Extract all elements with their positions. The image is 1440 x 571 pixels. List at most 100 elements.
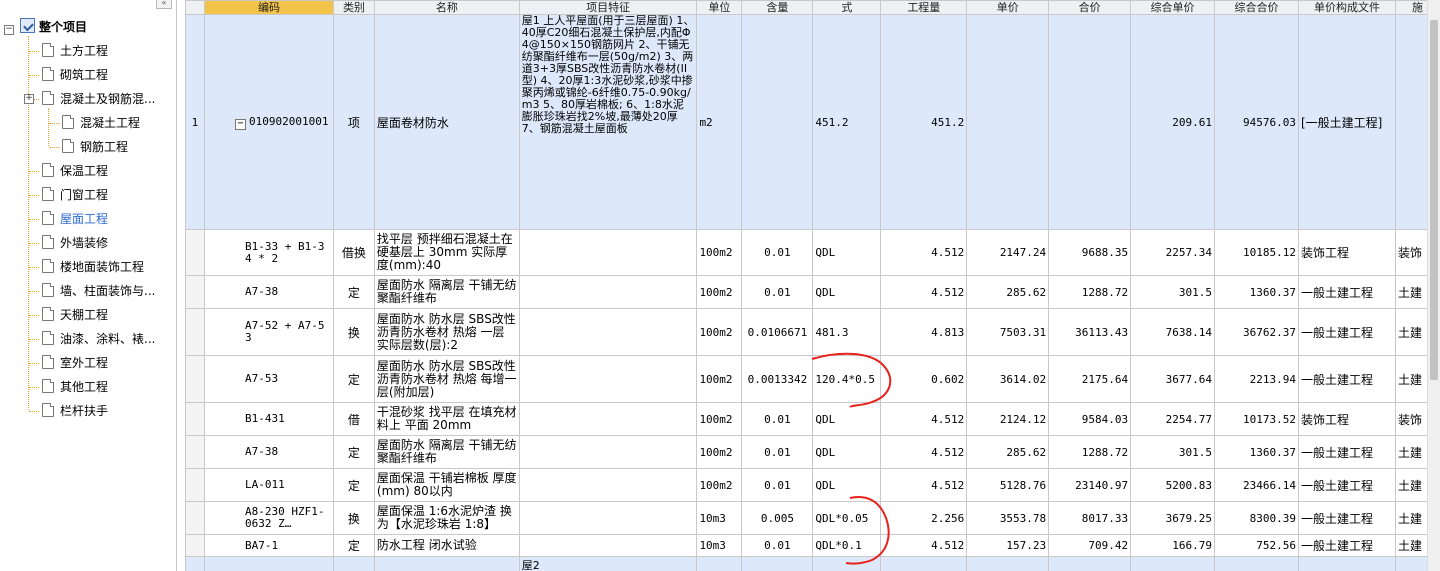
collapse-icon[interactable]: − [4, 25, 14, 35]
quota-quantity[interactable]: 4.512 [880, 229, 968, 276]
quota-code[interactable]: A7-52 + A7-53 [203, 308, 334, 356]
grid-cell[interactable] [1214, 556, 1299, 571]
quota-formula[interactable]: QDL [812, 468, 882, 502]
quota-features[interactable] [518, 501, 698, 535]
tree-item[interactable]: 天棚工程 [42, 305, 108, 325]
quota-content[interactable]: 0.01 [741, 402, 814, 436]
quota-comp-amount[interactable]: 10185.12 [1214, 229, 1299, 276]
tree-item[interactable]: 墙、柱面装饰与... [42, 281, 155, 301]
quota-quantity[interactable]: 2.256 [880, 501, 968, 535]
quota-code[interactable]: A7-38 [203, 275, 334, 309]
quota-name[interactable]: 屋面防水 隔离层 干铺无纺聚酯纤维布 [373, 435, 520, 469]
quota-price-file[interactable]: 一般土建工程 [1297, 308, 1396, 356]
quota-features[interactable] [518, 229, 698, 276]
quota-unit[interactable]: 100m2 [696, 229, 743, 276]
quota-name[interactable]: 屋面保温 1:6水泥炉渣 换为【水泥珍珠岩 1:8】 [373, 501, 520, 535]
quota-amount[interactable]: 36113.43 [1048, 308, 1132, 356]
quota-unit[interactable]: 100m2 [696, 355, 743, 403]
quota-content[interactable]: 0.0106671 [741, 308, 814, 356]
item-content[interactable] [741, 14, 814, 230]
column-header[interactable]: 单价构成文件 [1297, 0, 1396, 15]
tree-item[interactable]: 混凝土工程 [62, 113, 140, 133]
grid-cell[interactable] [203, 556, 334, 571]
quota-features[interactable] [518, 402, 698, 436]
column-header[interactable] [185, 0, 205, 15]
quota-quantity[interactable]: 4.512 [880, 435, 968, 469]
grid-cell[interactable] [1130, 556, 1216, 571]
quota-unit[interactable]: 100m2 [696, 308, 743, 356]
bill-item-row[interactable]: 1−010902001001 项屋面卷材防水 屋1 上人平屋面(用于三层屋面) 1、… [185, 14, 1440, 230]
quota-price-file[interactable]: 一般土建工程 [1297, 275, 1396, 309]
quota-type[interactable]: 借 [332, 402, 375, 436]
quota-unit[interactable]: 10m3 [696, 534, 743, 557]
grid-cell[interactable] [880, 556, 968, 571]
quota-price-file[interactable]: 一般土建工程 [1297, 435, 1396, 469]
quota-quantity[interactable]: 4.512 [880, 468, 968, 502]
column-header[interactable]: 类别 [332, 0, 375, 15]
quota-formula[interactable]: QDL [812, 275, 882, 309]
grid-cell[interactable] [812, 556, 882, 571]
column-header[interactable]: 综合单价 [1130, 0, 1216, 15]
quota-comp-amount[interactable]: 10173.52 [1214, 402, 1299, 436]
quota-formula[interactable]: 481.3 [812, 308, 882, 356]
quota-features[interactable] [518, 275, 698, 309]
quota-comp-price[interactable]: 301.5 [1130, 275, 1216, 309]
column-header[interactable]: 工程量 [880, 0, 968, 15]
quota-price-file[interactable]: 一般土建工程 [1297, 501, 1396, 535]
quota-code[interactable]: A7-53 [203, 355, 334, 403]
quota-comp-amount[interactable]: 2213.94 [1214, 355, 1299, 403]
tree-item[interactable]: 楼地面装饰工程 [42, 257, 144, 277]
quota-comp-price[interactable]: 2257.34 [1130, 229, 1216, 276]
tree-item[interactable]: 其他工程 [42, 377, 108, 397]
tree-item[interactable]: 保温工程 [42, 161, 108, 181]
quota-price-file[interactable]: 一般土建工程 [1297, 355, 1396, 403]
quota-price[interactable]: 3553.78 [966, 501, 1050, 535]
tree-item[interactable]: 外墙装修 [42, 233, 108, 253]
quota-content[interactable]: 0.01 [741, 534, 814, 557]
column-header[interactable]: 项目特征 [518, 0, 698, 15]
quota-price[interactable]: 7503.31 [966, 308, 1050, 356]
quota-name[interactable]: 找平层 预拌细石混凝土在硬基层上 30mm 实际厚度(mm):40 [373, 229, 520, 276]
quota-price-file[interactable]: 一般土建工程 [1297, 534, 1396, 557]
quota-type[interactable]: 借换 [332, 229, 375, 276]
quota-row[interactable]: B1-33 + B1-34 * 2 借换 找平层 预拌细石混凝土在硬基层上 30mm… [185, 229, 1440, 276]
grid-cell[interactable] [332, 556, 375, 571]
quota-features[interactable] [518, 435, 698, 469]
quota-type[interactable]: 换 [332, 501, 375, 535]
quota-features[interactable] [518, 308, 698, 356]
quota-quantity[interactable]: 0.602 [880, 355, 968, 403]
item-price-file[interactable]: [一般土建工程] [1297, 14, 1396, 230]
quota-price[interactable]: 2147.24 [966, 229, 1050, 276]
quota-quantity[interactable]: 4.512 [880, 402, 968, 436]
quota-comp-amount[interactable]: 1360.37 [1214, 275, 1299, 309]
quota-name[interactable]: 防水工程 闭水试验 [373, 534, 520, 557]
grid-cell[interactable] [1297, 556, 1396, 571]
quota-formula[interactable]: QDL [812, 229, 882, 276]
quota-unit[interactable]: 10m3 [696, 501, 743, 535]
quota-formula[interactable]: QDL [812, 402, 882, 436]
quota-row[interactable]: A8-230 HZF1-0632 Z… 换屋面保温 1:6水泥炉渣 换为【水泥珍珠… [185, 501, 1440, 535]
quota-code[interactable]: B1-33 + B1-34 * 2 [203, 229, 334, 276]
quota-name[interactable]: 屋面保温 干铺岩棉板 厚度(mm) 80以内 [373, 468, 520, 502]
quota-price-file[interactable]: 一般土建工程 [1297, 468, 1396, 502]
grid-cell[interactable] [741, 556, 814, 571]
tree-item[interactable]: 门窗工程 [42, 185, 108, 205]
quota-formula[interactable]: 120.4*0.5 [812, 355, 882, 403]
collapse-icon[interactable]: − [234, 118, 246, 130]
tree-item[interactable]: 室外工程 [42, 353, 108, 373]
quota-amount[interactable]: 1288.72 [1048, 435, 1132, 469]
quota-price[interactable]: 3614.02 [966, 355, 1050, 403]
quota-price[interactable]: 5128.76 [966, 468, 1050, 502]
quota-price-file[interactable]: 装饰工程 [1297, 402, 1396, 436]
grid-cell[interactable] [373, 556, 520, 571]
quota-formula[interactable]: QDL*0.1 [812, 534, 882, 557]
code-cell[interactable]: −010902001001 [203, 14, 334, 230]
quota-quantity[interactable]: 4.813 [880, 308, 968, 356]
grid-cell[interactable] [185, 556, 205, 571]
quota-row[interactable]: A7-38 定屋面防水 隔离层 干铺无纺聚酯纤维布 100m2 0.01 QDL 4.51… [185, 435, 1440, 469]
grid-cell[interactable] [966, 556, 1050, 571]
item-comp-amount[interactable]: 94576.03 [1214, 14, 1299, 230]
quota-features[interactable] [518, 534, 698, 557]
quota-name[interactable]: 屋面防水 隔离层 干铺无纺聚酯纤维布 [373, 275, 520, 309]
quota-price[interactable]: 157.23 [966, 534, 1050, 557]
